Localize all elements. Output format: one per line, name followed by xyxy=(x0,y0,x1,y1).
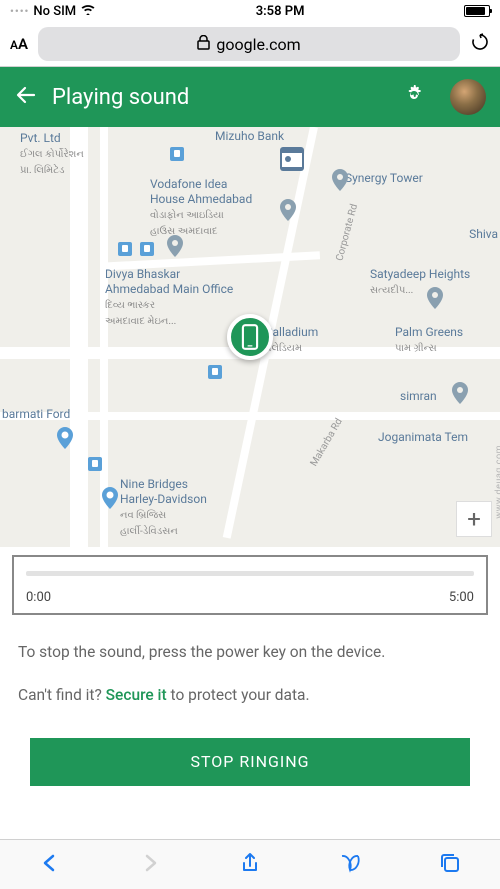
map-view[interactable]: Pvt. Ltdઈગલ કોર્પોરેશન પ્રા. લિમિટેડ Miz… xyxy=(0,127,500,547)
reload-button[interactable] xyxy=(470,32,490,56)
map-pin-icon[interactable] xyxy=(278,199,298,219)
text-size-button[interactable]: AA xyxy=(10,35,28,53)
watermark-text: www.deuaq.com xyxy=(495,445,500,519)
progress-track[interactable] xyxy=(26,571,474,576)
tabs-button[interactable] xyxy=(438,851,462,879)
progress-end-time: 5:00 xyxy=(449,590,474,605)
transit-icon xyxy=(140,242,154,256)
map-poi-label: Mizuho Bank xyxy=(215,129,284,144)
progress-start-time: 0:00 xyxy=(26,590,51,605)
app-header: Playing sound xyxy=(0,67,500,127)
map-pin-icon[interactable] xyxy=(425,287,445,307)
stop-ringing-button[interactable]: STOP RINGING xyxy=(30,738,470,786)
browser-url-bar: AA google.com xyxy=(0,22,500,66)
zoom-in-button[interactable]: + xyxy=(456,501,492,537)
gear-icon[interactable] xyxy=(402,83,426,111)
transit-icon xyxy=(170,147,184,161)
transit-icon xyxy=(208,365,222,379)
share-button[interactable] xyxy=(238,851,262,879)
map-poi-label: Synergy Tower xyxy=(345,171,423,186)
map-poi-label: Nine Bridges Harley-Davidson xyxy=(120,477,207,506)
bank-pin-icon[interactable] xyxy=(280,147,304,171)
url-text: google.com xyxy=(216,35,300,54)
signal-dots: •••• xyxy=(10,5,29,18)
playback-progress: 0:00 5:00 xyxy=(12,555,488,615)
bookmarks-button[interactable] xyxy=(338,851,362,879)
carrier-text: No SIM xyxy=(33,4,76,19)
protect-text: to protect your data. xyxy=(167,686,310,704)
map-pin-icon[interactable] xyxy=(100,487,120,507)
map-poi-label: Shiva xyxy=(469,227,498,242)
nav-back-button[interactable] xyxy=(38,851,62,879)
map-poi-label: Divya Bhaskar Ahmedabad Main Office xyxy=(105,267,233,296)
map-poi-label: Palm Greens xyxy=(395,325,463,339)
device-location-marker[interactable] xyxy=(227,314,273,360)
battery-icon xyxy=(464,5,490,17)
map-poi-label: Vodafone Idea House Ahmedabad xyxy=(150,177,252,206)
avatar[interactable] xyxy=(450,79,486,115)
status-time: 3:58 PM xyxy=(256,4,305,19)
map-poi-label: barmati Ford xyxy=(2,407,70,422)
transit-icon xyxy=(88,457,102,471)
road-label: Makarba Rd xyxy=(309,417,345,469)
map-pin-icon[interactable] xyxy=(55,427,75,447)
lock-icon xyxy=(197,35,210,54)
nav-forward-button xyxy=(138,851,162,879)
map-pin-icon[interactable] xyxy=(165,235,185,255)
map-pin-icon[interactable] xyxy=(330,169,350,189)
browser-bottom-nav xyxy=(0,839,500,889)
page-title: Playing sound xyxy=(52,85,388,110)
url-field[interactable]: google.com xyxy=(38,27,460,61)
map-poi-label: Satyadeep Heights xyxy=(370,267,470,281)
map-poi-label: simran xyxy=(400,389,437,404)
secure-link[interactable]: Secure it xyxy=(106,686,167,704)
instruction-content: To stop the sound, press the power key o… xyxy=(0,623,500,738)
transit-icon xyxy=(118,242,132,256)
instruction-text: To stop the sound, press the power key o… xyxy=(18,641,482,664)
map-poi-label: Pvt. Ltd xyxy=(20,131,61,145)
map-pin-icon[interactable] xyxy=(450,382,470,402)
wifi-icon xyxy=(80,3,96,19)
road-label: Corporate Rd xyxy=(334,203,360,262)
map-poi-label: Joganimata Tem xyxy=(378,430,468,445)
status-bar: •••• No SIM 3:58 PM xyxy=(0,0,500,22)
back-button[interactable] xyxy=(14,83,38,111)
cant-find-text: Can't find it? xyxy=(18,686,106,704)
